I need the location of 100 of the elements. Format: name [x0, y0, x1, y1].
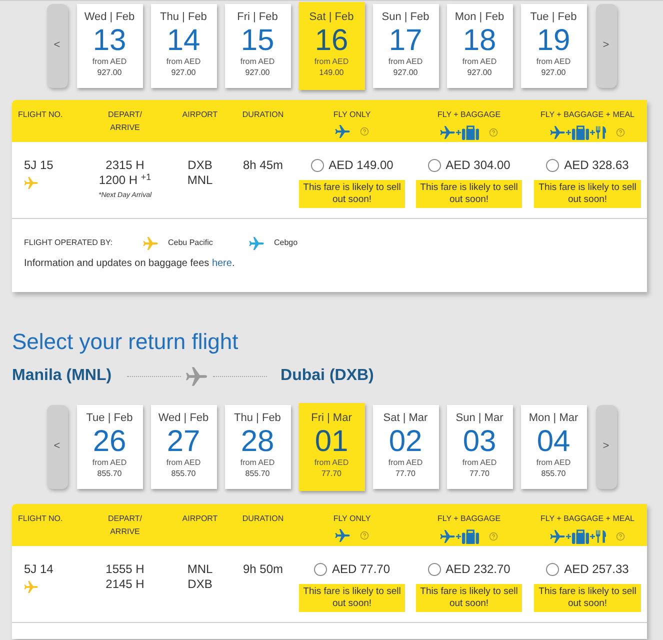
day-label: Tue | Feb	[530, 10, 577, 24]
plus-icon	[456, 534, 461, 539]
column-header: FLY ONLY	[333, 109, 371, 121]
date-card[interactable]: Thu | Feb 14 from AED 927.00	[150, 4, 216, 88]
day-label: Tue | Feb	[86, 412, 133, 424]
sell-out-notice: This fare is likely to sell out soon!	[416, 584, 522, 612]
radio-button[interactable]	[428, 159, 441, 172]
day-price: 77.70	[395, 468, 416, 478]
depart-time: 1555 H	[106, 562, 144, 577]
day-price: 927.00	[245, 66, 270, 78]
section-heading: Select your return flight	[12, 329, 238, 355]
plus-icon	[590, 130, 595, 135]
date-card[interactable]: Mon | Mar 04 from AED 855.70	[520, 404, 586, 488]
airport-code: DXB	[188, 158, 212, 173]
from-label: from AED	[240, 458, 275, 468]
plane-icon	[550, 126, 565, 139]
column-header: FLY ONLY	[333, 513, 371, 525]
next-button[interactable]: >	[596, 4, 616, 88]
plus-icon	[566, 534, 571, 539]
fare-price: AED 257.33	[564, 562, 629, 577]
column-header: FLY + BAGGAGE + MEAL	[540, 109, 634, 121]
day-label: Mon | Mar	[528, 412, 578, 424]
help-icon[interactable]	[360, 531, 369, 540]
duration: 8h 45m	[242, 158, 284, 173]
plane-icon	[440, 126, 455, 139]
day-price: 927.00	[467, 66, 492, 78]
day-label: Sun | Mar	[456, 412, 504, 424]
plane-icon	[335, 125, 350, 138]
day-label: Fri | Feb	[237, 10, 278, 24]
column-header: FLY + BAGGAGE + MEAL	[540, 513, 634, 525]
plus-icon	[456, 130, 461, 135]
column-header: AIRPORT	[182, 513, 218, 525]
plane-icon	[550, 530, 565, 543]
suitcase-icon	[462, 125, 479, 140]
date-card[interactable]: Tue | Feb 26 from AED 855.70	[76, 404, 142, 488]
plane-icon	[335, 529, 350, 542]
day-number: 26	[92, 424, 126, 458]
help-icon[interactable]	[489, 128, 498, 137]
from-label: from AED	[314, 56, 349, 66]
day-price: 927.00	[97, 66, 122, 78]
from-label: from AED	[92, 458, 127, 468]
day-price: 927.00	[541, 66, 566, 78]
duration: 9h 50m	[242, 562, 284, 577]
date-card[interactable]: Sat | Mar 02 from AED 77.70	[372, 404, 438, 488]
date-card[interactable]: Thu | Feb 28 from AED 855.70	[224, 404, 290, 488]
date-card[interactable]: Sun | Feb 17 from AED 927.00	[372, 4, 438, 88]
radio-button[interactable]	[428, 563, 441, 576]
fare-price: AED 328.63	[564, 158, 629, 173]
day-label: Thu | Feb	[160, 10, 207, 24]
day-label: Sat | Feb	[309, 10, 354, 24]
date-card[interactable]: Wed | Feb 13 from AED 927.00	[76, 4, 142, 88]
flight-number: 5J 14	[24, 562, 54, 576]
here-link[interactable]: here	[212, 258, 232, 269]
fare-price: AED 232.70	[446, 562, 510, 577]
from-label: from AED	[462, 458, 497, 468]
day-label: Fri | Mar	[311, 412, 352, 424]
help-icon[interactable]	[360, 127, 369, 136]
date-card[interactable]: Tue | Feb 19 from AED 927.00	[520, 4, 586, 88]
date-card[interactable]: Mon | Feb 18 from AED 927.00	[446, 4, 512, 88]
column-header: AIRPORT	[182, 109, 218, 121]
help-icon[interactable]	[489, 532, 498, 541]
prev-button[interactable]: <	[46, 404, 68, 488]
day-label: Mon | Feb	[454, 10, 504, 24]
sell-out-notice: This fare is likely to sell out soon!	[534, 180, 641, 208]
fork-knife-icon	[596, 530, 606, 543]
date-card[interactable]: Fri | Mar 01 from AED 77.70	[298, 402, 364, 490]
sell-out-notice: This fare is likely to sell out soon!	[299, 180, 405, 208]
plane-icon	[186, 366, 207, 386]
radio-button[interactable]	[546, 159, 560, 172]
help-icon[interactable]	[616, 532, 625, 541]
sell-out-notice: This fare is likely to sell out soon!	[534, 584, 641, 612]
date-card[interactable]: Sun | Mar 03 from AED 77.70	[446, 404, 512, 488]
day-price: 855.70	[245, 468, 270, 478]
from-label: from AED	[536, 56, 571, 66]
day-number: 17	[388, 24, 422, 56]
radio-button[interactable]	[314, 563, 327, 576]
arrive-time: 2145 H	[106, 577, 144, 592]
help-icon[interactable]	[616, 128, 625, 137]
operator-name: Cebgo	[274, 237, 298, 249]
airport-code: MNL	[187, 562, 213, 577]
next-button[interactable]: >	[596, 404, 616, 488]
operator-name: Cebu Pacific	[168, 237, 213, 249]
date-card[interactable]: Fri | Feb 15 from AED 927.00	[224, 4, 290, 88]
from-label: from AED	[92, 56, 127, 66]
from-label: from AED	[388, 458, 423, 468]
column-header: FLY + BAGGAGE	[437, 109, 501, 121]
operated-by-label: FLIGHT OPERATED BY:	[24, 237, 114, 249]
flight-number: 5J 15	[24, 158, 54, 172]
radio-button[interactable]	[310, 159, 324, 172]
prev-button[interactable]: <	[46, 4, 68, 88]
date-card[interactable]: Sat | Feb 16 from AED 149.00	[298, 2, 364, 90]
airport-code: MNL	[187, 173, 213, 188]
day-label: Sun | Feb	[382, 10, 430, 24]
radio-button[interactable]	[546, 563, 560, 576]
column-header: DURATION	[242, 513, 284, 525]
day-number: 18	[462, 24, 496, 56]
day-label: Wed | Feb	[158, 412, 209, 424]
date-card[interactable]: Wed | Feb 27 from AED 855.70	[150, 404, 216, 488]
from-label: from AED	[166, 56, 201, 66]
plus-icon	[566, 130, 571, 135]
